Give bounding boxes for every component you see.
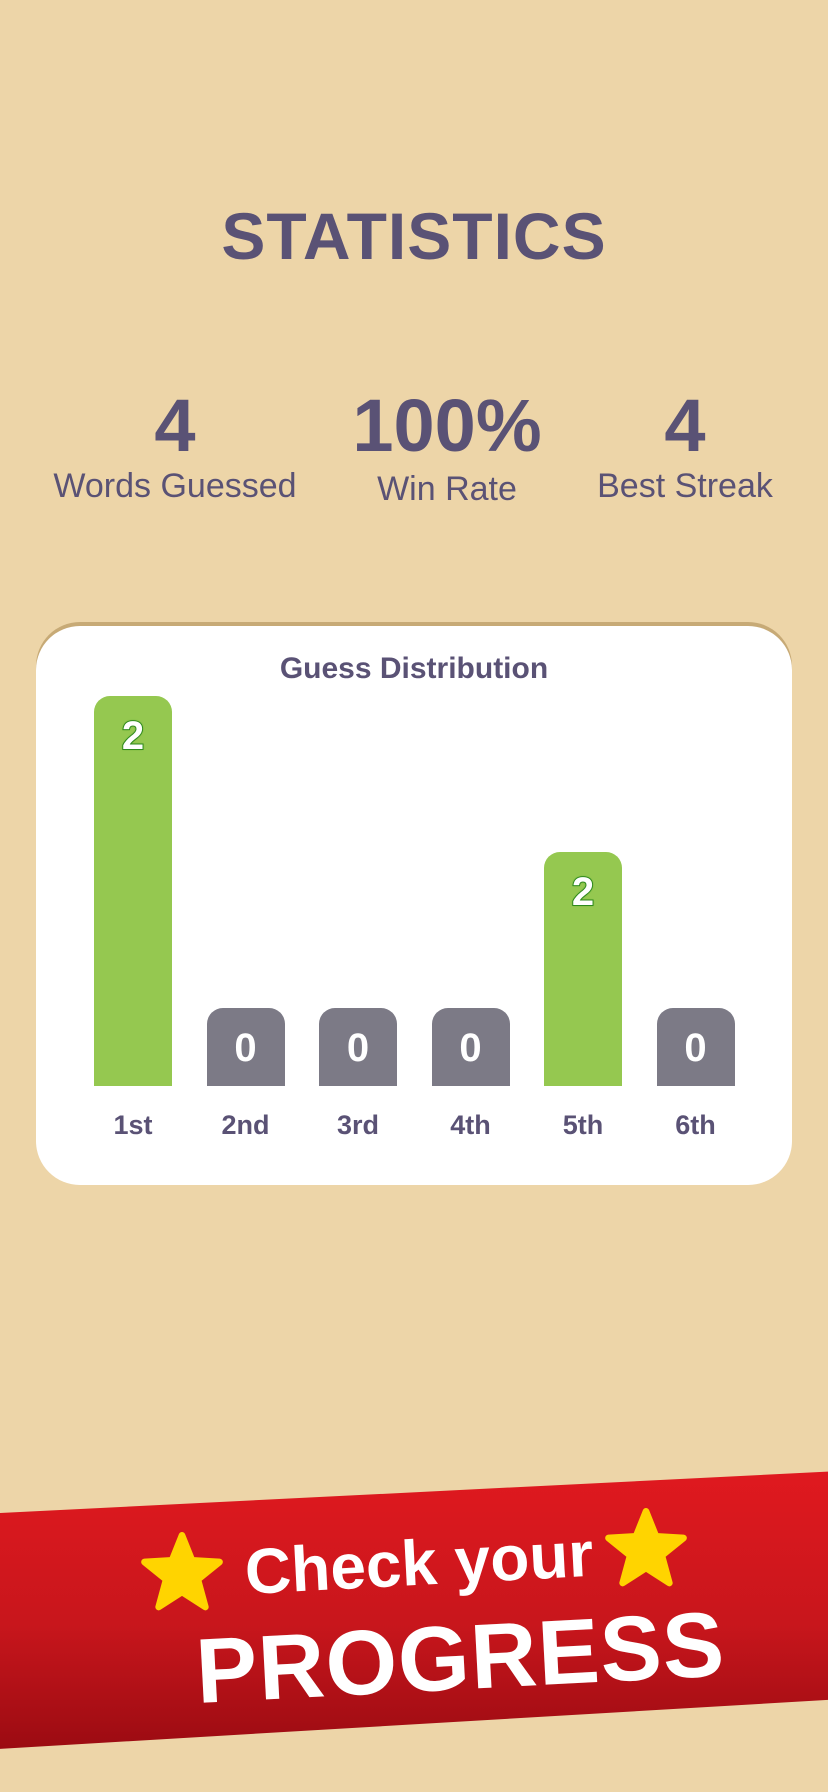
bar-value-5th: 2 — [571, 869, 595, 915]
star-icon — [141, 1532, 223, 1611]
bar-value-3rd: 0 — [346, 1026, 370, 1070]
x-tick-label-2nd: 2nd — [221, 1110, 270, 1140]
stat-words-guessed-label: Words Guessed — [53, 467, 297, 505]
stat-win-rate-label: Win Rate — [377, 470, 517, 508]
x-tick-label-3rd: 3rd — [336, 1110, 380, 1140]
stat-win-rate-value: 100% — [352, 384, 542, 467]
guess-distribution-chart: 2 1st 0 2nd 0 3rd 0 4th 2 5th 0 6th — [36, 626, 792, 1185]
stat-words-guessed-value: 4 — [154, 384, 196, 467]
bar-4th: 0 — [431, 1008, 510, 1086]
stat-best-streak-label: Best Streak — [597, 467, 773, 505]
bar-value-6th: 0 — [684, 1026, 707, 1070]
bar-2nd: 0 — [206, 1008, 285, 1086]
stat-words-guessed: 4 Words Guessed — [30, 386, 320, 506]
stat-win-rate: 100% Win Rate — [322, 386, 572, 509]
guess-distribution-card: Guess Distribution 2 1st 0 2nd 0 3rd 0 4th 2 5th 0… — [36, 626, 792, 1185]
x-tick-label-5th: 5th — [562, 1110, 604, 1140]
stat-best-streak: 4 Best Streak — [580, 386, 790, 506]
bar-1st: 2 — [94, 696, 172, 1086]
bar-value-4th: 0 — [459, 1026, 482, 1070]
x-tick-label-1st: 1st — [113, 1110, 153, 1140]
page-title: STATISTICS — [221, 199, 607, 273]
bar-3rd: 0 — [319, 1008, 397, 1086]
bar-value-1st: 2 — [121, 713, 145, 759]
x-tick-label-6th: 6th — [675, 1110, 716, 1140]
stat-best-streak-value: 4 — [664, 384, 706, 467]
bar-value-2nd: 0 — [234, 1026, 257, 1070]
bar-6th: 0 — [656, 1008, 735, 1086]
x-tick-label-4th: 4th — [450, 1110, 491, 1140]
bar-5th: 2 — [544, 852, 622, 1086]
star-icon — [605, 1508, 687, 1587]
